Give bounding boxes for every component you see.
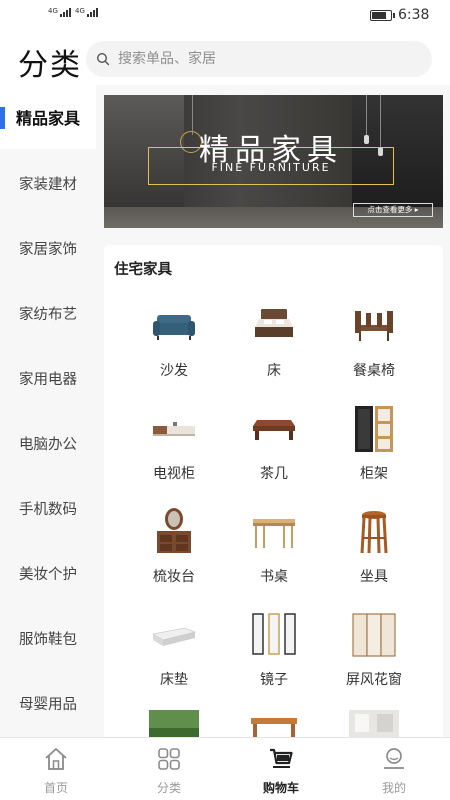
battery-icon [370, 10, 395, 21]
tab-cart[interactable]: 购物车 [225, 738, 337, 800]
sidebar-item-baby-products[interactable]: 母婴用品 [0, 671, 96, 735]
section-title: 住宅家具 [114, 262, 172, 278]
clock: 6:38 [398, 7, 430, 23]
dining-set-icon [355, 311, 393, 341]
mirror-icon [252, 613, 296, 655]
tab-category[interactable]: 分类 [113, 738, 225, 800]
category-item-label: 柜架 [360, 466, 388, 482]
category-item-label: 书桌 [260, 569, 288, 585]
screen-icon [352, 613, 396, 657]
category-item-shelf[interactable]: 柜架 [324, 404, 424, 500]
home-icon [45, 748, 67, 770]
dresser-icon [157, 508, 191, 553]
tab-label: 我的 [381, 781, 406, 795]
sidebar-item-label: 母婴用品 [19, 696, 77, 713]
category-item-room[interactable] [324, 710, 424, 737]
tab-label: 分类 [156, 781, 181, 795]
status-bar: 4G 4G 6:38 [0, 0, 450, 30]
bed-icon [255, 309, 293, 337]
sidebar-item-phones-digital[interactable]: 手机数码 [0, 476, 96, 540]
search-icon [96, 52, 110, 66]
category-item-label: 床垫 [160, 672, 188, 688]
bottom-tab-bar: 首页 分类 购物车 我的 [0, 737, 450, 800]
sidebar-item-apparel-bags[interactable]: 服饰鞋包 [0, 606, 96, 670]
banner-more-link[interactable]: 点击查看更多 ▸ [353, 203, 433, 217]
sidebar-item-label: 手机数码 [19, 501, 77, 518]
sidebar-item-label: 家装建材 [19, 176, 77, 193]
promo-banner[interactable]: 精品家具 FINE FURNITURE 点击查看更多 ▸ [104, 95, 443, 228]
category-item-tv-cabinet[interactable]: 电视柜 [124, 404, 224, 500]
category-item-sofa[interactable]: 沙发 [124, 301, 224, 397]
stool-icon [360, 511, 388, 554]
coffee-table-icon [253, 420, 295, 440]
category-item-mattress[interactable]: 床垫 [124, 610, 224, 706]
tab-profile[interactable]: 我的 [338, 738, 450, 800]
category-item-label: 镜子 [260, 672, 288, 688]
category-content: 精品家具 FINE FURNITURE 点击查看更多 ▸ 住宅家具 沙发 床 餐… [96, 85, 450, 737]
shelf-icon [355, 406, 393, 452]
category-item-label: 电视柜 [153, 466, 195, 482]
category-item-coffee-table[interactable]: 茶几 [224, 404, 324, 500]
desk-icon [253, 519, 295, 548]
sidebar-item-label: 美妆个护 [19, 566, 77, 583]
tab-home[interactable]: 首页 [0, 738, 112, 800]
tab-label: 购物车 [262, 781, 299, 795]
bench-icon [251, 718, 297, 737]
sidebar-item-label: 家纺布艺 [19, 306, 77, 323]
category-item-stool[interactable]: 坐具 [324, 507, 424, 603]
outdoor-furniture-icon [149, 710, 199, 737]
search-bar[interactable] [86, 41, 432, 77]
sofa-icon [153, 315, 195, 340]
category-icon [158, 748, 180, 770]
sidebar-item-label: 家居家饰 [19, 241, 77, 258]
banner-subtitle: FINE FURNITURE [211, 161, 331, 174]
sidebar-item-beauty-care[interactable]: 美妆个护 [0, 541, 96, 605]
sidebar-item-textiles[interactable]: 家纺布艺 [0, 281, 96, 345]
page-title: 分类 [18, 48, 82, 83]
category-item-screen[interactable]: 屏风花窗 [324, 610, 424, 706]
sidebar-item-label: 服饰鞋包 [19, 631, 77, 648]
sidebar-item-fine-furniture[interactable]: 精品家具 [0, 85, 96, 149]
sidebar-item-appliances[interactable]: 家用电器 [0, 346, 96, 410]
category-item-dresser[interactable]: 梳妆台 [124, 507, 224, 603]
category-sidebar: 精品家具 家装建材 家居家饰 家纺布艺 家用电器 电脑办公 手机数码 美妆个护 … [0, 85, 96, 737]
sidebar-item-label: 精品家具 [15, 109, 80, 128]
sidebar-item-building-materials[interactable]: 家装建材 [0, 151, 96, 215]
category-item-label: 餐桌椅 [353, 363, 395, 379]
room-icon [349, 710, 399, 737]
sidebar-item-label: 电脑办公 [19, 436, 77, 453]
category-item-dining-set[interactable]: 餐桌椅 [324, 301, 424, 397]
cart-icon [270, 748, 293, 768]
mattress-icon [152, 627, 196, 646]
signal-icon: 4G [75, 8, 98, 17]
signal-icon: 4G [48, 8, 71, 17]
profile-icon [384, 748, 404, 769]
category-item-mirror[interactable]: 镜子 [224, 610, 324, 706]
category-item-label: 床 [267, 363, 281, 379]
sidebar-item-computers-office[interactable]: 电脑办公 [0, 411, 96, 475]
tab-label: 首页 [43, 781, 68, 795]
category-item-label: 屏风花窗 [346, 672, 402, 688]
sidebar-item-home-decor[interactable]: 家居家饰 [0, 216, 96, 280]
category-item-label: 茶几 [260, 466, 288, 482]
category-item-label: 坐具 [360, 569, 388, 585]
category-item-bed[interactable]: 床 [224, 301, 324, 397]
furniture-card: 住宅家具 沙发 床 餐桌椅 电视柜 茶几 柜架 梳妆台 书桌 坐具 床垫 镜子 … [104, 245, 443, 737]
category-item-label: 沙发 [160, 363, 188, 379]
category-item-bench[interactable] [224, 710, 324, 737]
search-input[interactable] [118, 41, 418, 77]
category-item-label: 梳妆台 [153, 569, 195, 585]
category-item-outdoor[interactable] [124, 710, 224, 737]
network-type-label: 4G [48, 7, 58, 15]
sidebar-item-label: 家用电器 [19, 371, 77, 388]
category-item-desk[interactable]: 书桌 [224, 507, 324, 603]
tv-cabinet-icon [153, 422, 195, 436]
network-type-label: 4G [75, 7, 85, 15]
